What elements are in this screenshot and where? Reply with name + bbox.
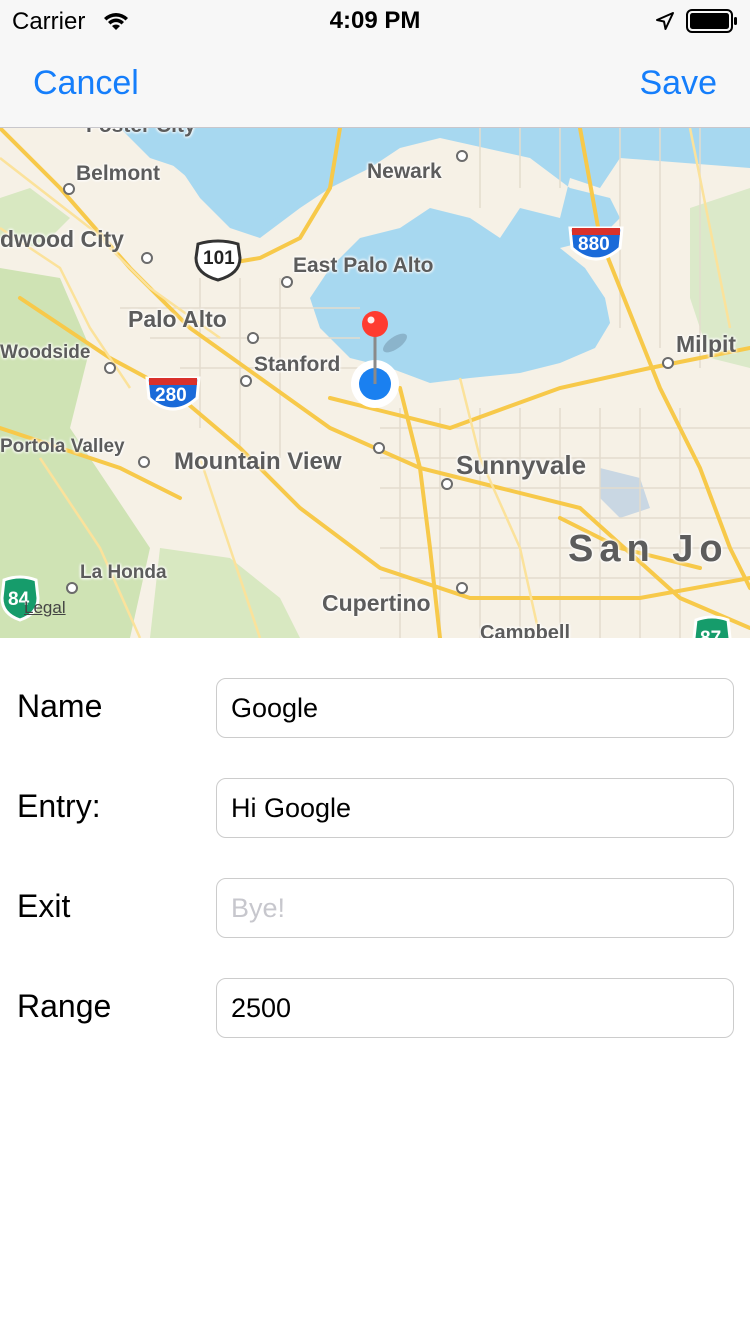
range-field[interactable] [216, 978, 734, 1038]
name-row: Name [0, 678, 750, 738]
range-label: Range [17, 988, 112, 1024]
place-cupertino: Cupertino [322, 590, 431, 616]
entry-row: Entry: [0, 778, 750, 838]
shield-280-label: 280 [155, 385, 187, 406]
entry-message-field[interactable] [216, 778, 734, 838]
location-arrow-icon [654, 10, 676, 37]
battery-icon [686, 9, 738, 38]
place-newark: Newark [367, 160, 442, 183]
place-san-jose: San Jo [568, 528, 729, 570]
place-milpitas: Milpit [676, 331, 737, 357]
shield-87-label: 87 [700, 628, 721, 638]
exit-message-field[interactable] [216, 878, 734, 938]
navigation-bar: Cancel Save [0, 40, 750, 128]
exit-label: Exit [17, 888, 71, 924]
place-la-honda: La Honda [80, 562, 167, 583]
place-foster-city: Foster City [86, 128, 196, 138]
map-view[interactable]: 880 101 280 84 87 Foster City Belmont Ne… [0, 128, 750, 638]
place-sunnyvale: Sunnyvale [456, 450, 587, 480]
shield-880-label: 880 [578, 234, 610, 255]
legal-link[interactable]: Legal [24, 598, 66, 618]
save-button[interactable]: Save [640, 64, 718, 103]
place-woodside: Woodside [0, 342, 91, 363]
entry-label: Entry: [17, 788, 101, 824]
name-field[interactable] [216, 678, 734, 738]
place-belmont: Belmont [76, 162, 160, 185]
place-mountain-view: Mountain View [174, 448, 342, 475]
cancel-button[interactable]: Cancel [33, 64, 139, 103]
status-bar: Carrier 4:09 PM [0, 0, 750, 40]
place-redwood-city: dwood City [0, 226, 124, 252]
place-portola-valley: Portola Valley [0, 436, 125, 457]
place-stanford: Stanford [254, 353, 341, 376]
exit-row: Exit [0, 878, 750, 938]
range-row: Range [0, 978, 750, 1038]
shield-101-label: 101 [203, 248, 235, 269]
place-campbell: Campbell [480, 622, 571, 638]
status-time: 4:09 PM [329, 7, 421, 34]
place-palo-alto: Palo Alto [128, 306, 227, 332]
place-east-palo-alto: East Palo Alto [293, 254, 434, 277]
name-label: Name [17, 688, 103, 724]
